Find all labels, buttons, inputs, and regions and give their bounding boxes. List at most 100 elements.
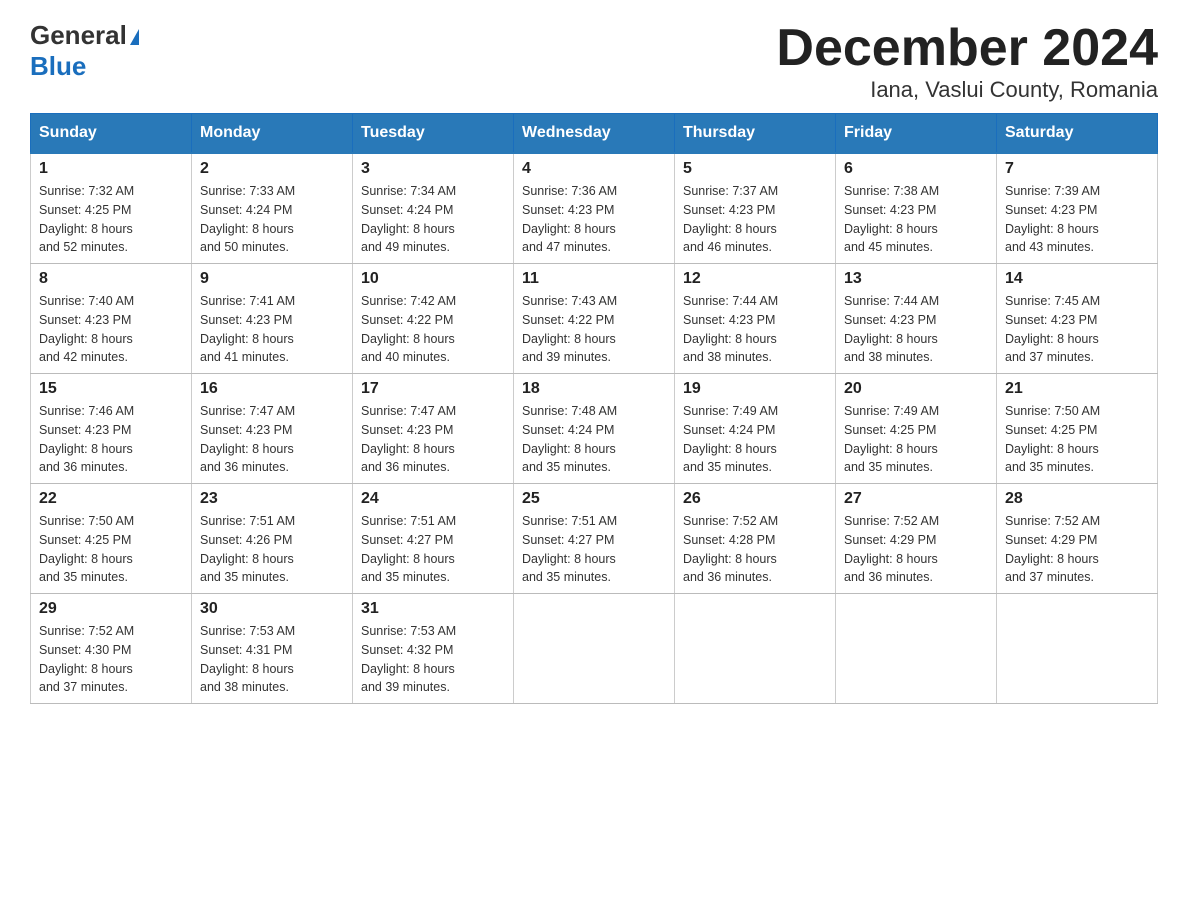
day-info: Sunrise: 7:52 AMSunset: 4:28 PMDaylight:… [683, 512, 827, 587]
day-info: Sunrise: 7:33 AMSunset: 4:24 PMDaylight:… [200, 182, 344, 257]
table-row: 18Sunrise: 7:48 AMSunset: 4:24 PMDayligh… [514, 374, 675, 484]
table-row: 4Sunrise: 7:36 AMSunset: 4:23 PMDaylight… [514, 153, 675, 264]
day-number: 16 [200, 380, 344, 398]
day-info: Sunrise: 7:38 AMSunset: 4:23 PMDaylight:… [844, 182, 988, 257]
day-info: Sunrise: 7:36 AMSunset: 4:23 PMDaylight:… [522, 182, 666, 257]
calendar-week-4: 22 Sunrise: 7:50 AMSunset: 4:25 PMDayligh… [31, 484, 1158, 594]
page-subtitle: Iana, Vaslui County, Romania [776, 77, 1158, 103]
day-info: Sunrise: 7:41 AMSunset: 4:23 PMDaylight:… [200, 292, 344, 367]
table-row: 21 Sunrise: 7:50 AMSunset: 4:25 PMDayligh… [997, 374, 1158, 484]
table-row: 27 Sunrise: 7:52 AMSunset: 4:29 PMDayligh… [836, 484, 997, 594]
day-info: Sunrise: 7:51 AMSunset: 4:27 PMDaylight:… [522, 512, 666, 587]
col-header-tuesday: Tuesday [353, 114, 514, 154]
day-info: Sunrise: 7:50 AMSunset: 4:25 PMDaylight:… [1005, 402, 1149, 477]
day-info: Sunrise: 7:52 AMSunset: 4:29 PMDaylight:… [844, 512, 988, 587]
day-number: 18 [522, 380, 666, 398]
day-number: 3 [361, 160, 505, 178]
logo-line2: Blue [30, 51, 86, 82]
day-number: 12 [683, 270, 827, 288]
day-info: Sunrise: 7:37 AMSunset: 4:23 PMDaylight:… [683, 182, 827, 257]
calendar-header-row: SundayMondayTuesdayWednesdayThursdayFrid… [31, 114, 1158, 154]
day-number: 2 [200, 160, 344, 178]
table-row: 29 Sunrise: 7:52 AMSunset: 4:30 PMDayligh… [31, 594, 192, 704]
day-number: 13 [844, 270, 988, 288]
day-number: 24 [361, 490, 505, 508]
day-number: 22 [39, 490, 183, 508]
calendar-week-5: 29 Sunrise: 7:52 AMSunset: 4:30 PMDayligh… [31, 594, 1158, 704]
day-info: Sunrise: 7:40 AMSunset: 4:23 PMDaylight:… [39, 292, 183, 367]
day-number: 27 [844, 490, 988, 508]
title-area: December 2024 Iana, Vaslui County, Roman… [776, 20, 1158, 103]
table-row: 8 Sunrise: 7:40 AMSunset: 4:23 PMDaylight… [31, 264, 192, 374]
calendar-week-3: 15Sunrise: 7:46 AMSunset: 4:23 PMDayligh… [31, 374, 1158, 484]
table-row: 12 Sunrise: 7:44 AMSunset: 4:23 PMDayligh… [675, 264, 836, 374]
day-info: Sunrise: 7:53 AMSunset: 4:31 PMDaylight:… [200, 622, 344, 697]
day-info: Sunrise: 7:44 AMSunset: 4:23 PMDaylight:… [683, 292, 827, 367]
day-info: Sunrise: 7:42 AMSunset: 4:22 PMDaylight:… [361, 292, 505, 367]
table-row [997, 594, 1158, 704]
day-number: 5 [683, 160, 827, 178]
table-row: 1 Sunrise: 7:32 AMSunset: 4:25 PMDaylight… [31, 153, 192, 264]
day-info: Sunrise: 7:52 AMSunset: 4:30 PMDaylight:… [39, 622, 183, 697]
table-row: 6 Sunrise: 7:38 AMSunset: 4:23 PMDaylight… [836, 153, 997, 264]
table-row: 23 Sunrise: 7:51 AMSunset: 4:26 PMDayligh… [192, 484, 353, 594]
table-row: 20Sunrise: 7:49 AMSunset: 4:25 PMDayligh… [836, 374, 997, 484]
col-header-friday: Friday [836, 114, 997, 154]
day-info: Sunrise: 7:51 AMSunset: 4:27 PMDaylight:… [361, 512, 505, 587]
day-info: Sunrise: 7:44 AMSunset: 4:23 PMDaylight:… [844, 292, 988, 367]
table-row: 19Sunrise: 7:49 AMSunset: 4:24 PMDayligh… [675, 374, 836, 484]
table-row [836, 594, 997, 704]
page-header: General Blue December 2024 Iana, Vaslui … [30, 20, 1158, 103]
table-row: 28 Sunrise: 7:52 AMSunset: 4:29 PMDayligh… [997, 484, 1158, 594]
table-row: 13 Sunrise: 7:44 AMSunset: 4:23 PMDayligh… [836, 264, 997, 374]
day-info: Sunrise: 7:34 AMSunset: 4:24 PMDaylight:… [361, 182, 505, 257]
day-info: Sunrise: 7:52 AMSunset: 4:29 PMDaylight:… [1005, 512, 1149, 587]
table-row: 11Sunrise: 7:43 AMSunset: 4:22 PMDayligh… [514, 264, 675, 374]
day-number: 21 [1005, 380, 1149, 398]
day-number: 31 [361, 600, 505, 618]
table-row: 25 Sunrise: 7:51 AMSunset: 4:27 PMDayligh… [514, 484, 675, 594]
table-row: 15Sunrise: 7:46 AMSunset: 4:23 PMDayligh… [31, 374, 192, 484]
col-header-monday: Monday [192, 114, 353, 154]
day-info: Sunrise: 7:43 AMSunset: 4:22 PMDaylight:… [522, 292, 666, 367]
day-info: Sunrise: 7:49 AMSunset: 4:24 PMDaylight:… [683, 402, 827, 477]
logo: General Blue [30, 20, 139, 82]
day-number: 1 [39, 160, 183, 178]
day-info: Sunrise: 7:50 AMSunset: 4:25 PMDaylight:… [39, 512, 183, 587]
calendar-week-2: 8 Sunrise: 7:40 AMSunset: 4:23 PMDaylight… [31, 264, 1158, 374]
table-row [514, 594, 675, 704]
calendar-week-1: 1 Sunrise: 7:32 AMSunset: 4:25 PMDaylight… [31, 153, 1158, 264]
day-number: 30 [200, 600, 344, 618]
table-row: 3 Sunrise: 7:34 AMSunset: 4:24 PMDaylight… [353, 153, 514, 264]
table-row: 5 Sunrise: 7:37 AMSunset: 4:23 PMDaylight… [675, 153, 836, 264]
day-number: 9 [200, 270, 344, 288]
table-row: 31 Sunrise: 7:53 AMSunset: 4:32 PMDayligh… [353, 594, 514, 704]
day-number: 28 [1005, 490, 1149, 508]
table-row: 10Sunrise: 7:42 AMSunset: 4:22 PMDayligh… [353, 264, 514, 374]
day-info: Sunrise: 7:32 AMSunset: 4:25 PMDaylight:… [39, 182, 183, 257]
col-header-thursday: Thursday [675, 114, 836, 154]
table-row: 9 Sunrise: 7:41 AMSunset: 4:23 PMDaylight… [192, 264, 353, 374]
day-number: 25 [522, 490, 666, 508]
col-header-sunday: Sunday [31, 114, 192, 154]
logo-line1: General [30, 20, 139, 51]
table-row: 16Sunrise: 7:47 AMSunset: 4:23 PMDayligh… [192, 374, 353, 484]
page-title: December 2024 [776, 20, 1158, 77]
table-row: 30 Sunrise: 7:53 AMSunset: 4:31 PMDayligh… [192, 594, 353, 704]
table-row: 24 Sunrise: 7:51 AMSunset: 4:27 PMDayligh… [353, 484, 514, 594]
day-info: Sunrise: 7:51 AMSunset: 4:26 PMDaylight:… [200, 512, 344, 587]
table-row: 26 Sunrise: 7:52 AMSunset: 4:28 PMDayligh… [675, 484, 836, 594]
table-row: 22 Sunrise: 7:50 AMSunset: 4:25 PMDayligh… [31, 484, 192, 594]
day-number: 23 [200, 490, 344, 508]
day-info: Sunrise: 7:47 AMSunset: 4:23 PMDaylight:… [361, 402, 505, 477]
col-header-wednesday: Wednesday [514, 114, 675, 154]
day-number: 14 [1005, 270, 1149, 288]
day-number: 8 [39, 270, 183, 288]
day-number: 26 [683, 490, 827, 508]
day-info: Sunrise: 7:53 AMSunset: 4:32 PMDaylight:… [361, 622, 505, 697]
day-number: 29 [39, 600, 183, 618]
day-number: 20 [844, 380, 988, 398]
table-row [675, 594, 836, 704]
day-number: 6 [844, 160, 988, 178]
day-number: 15 [39, 380, 183, 398]
